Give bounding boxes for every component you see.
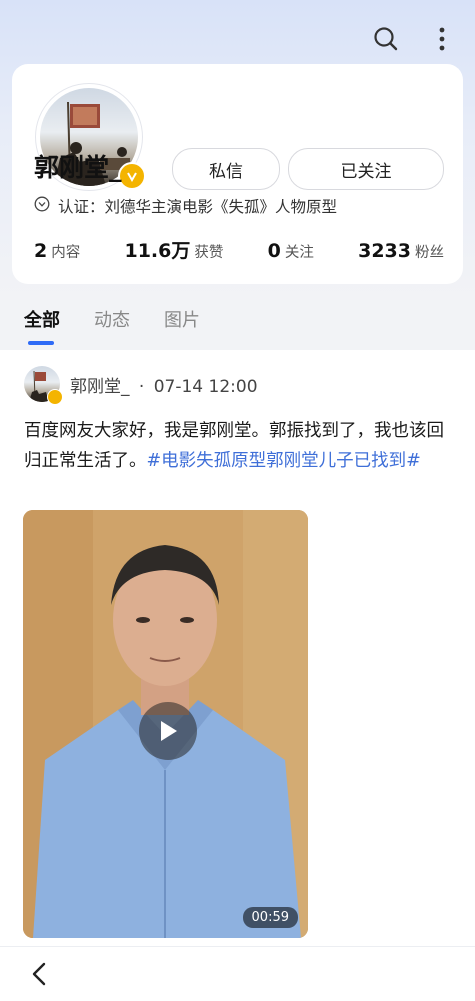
certification-row: 认证：刘德华主演电影《失孤》人物原型 (34, 195, 337, 217)
post-video[interactable]: 00:59 (23, 510, 308, 938)
profile-card: 私信 已关注 郭刚堂_ 认证：刘德华主演电影《失孤》人物原型 2 内容 11.6万… (12, 64, 463, 284)
post-author-name[interactable]: 郭刚堂_ (70, 377, 130, 397)
stat-label: 内容 (51, 245, 81, 261)
stat-value: 11.6万 (124, 240, 191, 262)
verified-badge-icon (118, 162, 146, 190)
active-tab-indicator (28, 341, 54, 345)
post-time: 07-14 12:00 (153, 377, 258, 397)
back-icon[interactable] (28, 961, 52, 987)
post-verified-badge-icon (47, 389, 63, 405)
top-actions (371, 24, 457, 54)
stat-value: 0 (267, 240, 281, 262)
stat-following[interactable]: 0 关注 (268, 240, 314, 262)
play-icon[interactable] (139, 702, 197, 760)
follow-button[interactable]: 已关注 (288, 148, 444, 190)
message-button[interactable]: 私信 (172, 148, 280, 190)
certification-text: 认证：刘德华主演电影《失孤》人物原型 (58, 198, 338, 216)
stat-likes[interactable]: 11.6万 获赞 (124, 236, 223, 263)
video-duration: 00:59 (242, 907, 298, 928)
certification-icon (34, 196, 50, 216)
post-meta-separator: · (138, 377, 145, 397)
stat-value: 3233 (358, 240, 411, 262)
tab-images[interactable]: 图片 (164, 306, 200, 332)
stat-value: 2 (34, 240, 48, 262)
stat-label: 关注 (284, 245, 314, 261)
stat-label: 粉丝 (415, 245, 444, 261)
profile-stats: 2 内容 11.6万 获赞 0 关注 3233 粉丝 (34, 236, 444, 263)
tab-all[interactable]: 全部 (24, 306, 60, 332)
bottom-nav-bar (0, 946, 475, 1001)
post-text: 百度网友大家好，我是郭刚堂。郭振找到了，我也该回归正常生活了。#电影失孤原型郭刚… (24, 416, 454, 476)
profile-name: 郭刚堂_ (34, 153, 122, 182)
stat-content[interactable]: 2 内容 (34, 240, 80, 262)
search-icon[interactable] (371, 24, 401, 54)
more-vertical-icon[interactable] (427, 24, 457, 54)
post-hashtag-link[interactable]: #电影失孤原型郭刚堂儿子已找到# (147, 451, 421, 471)
stat-followers[interactable]: 3233 粉丝 (358, 240, 444, 262)
content-tabs: 全部 动态 图片 (24, 306, 200, 332)
post-card: 郭刚堂_ · 07-14 12:00 百度网友大家好，我是郭刚堂。郭振找到了，我… (0, 350, 475, 946)
stat-label: 获赞 (194, 245, 224, 261)
tab-updates[interactable]: 动态 (94, 306, 130, 332)
post-meta: 郭刚堂_ · 07-14 12:00 (70, 372, 258, 397)
